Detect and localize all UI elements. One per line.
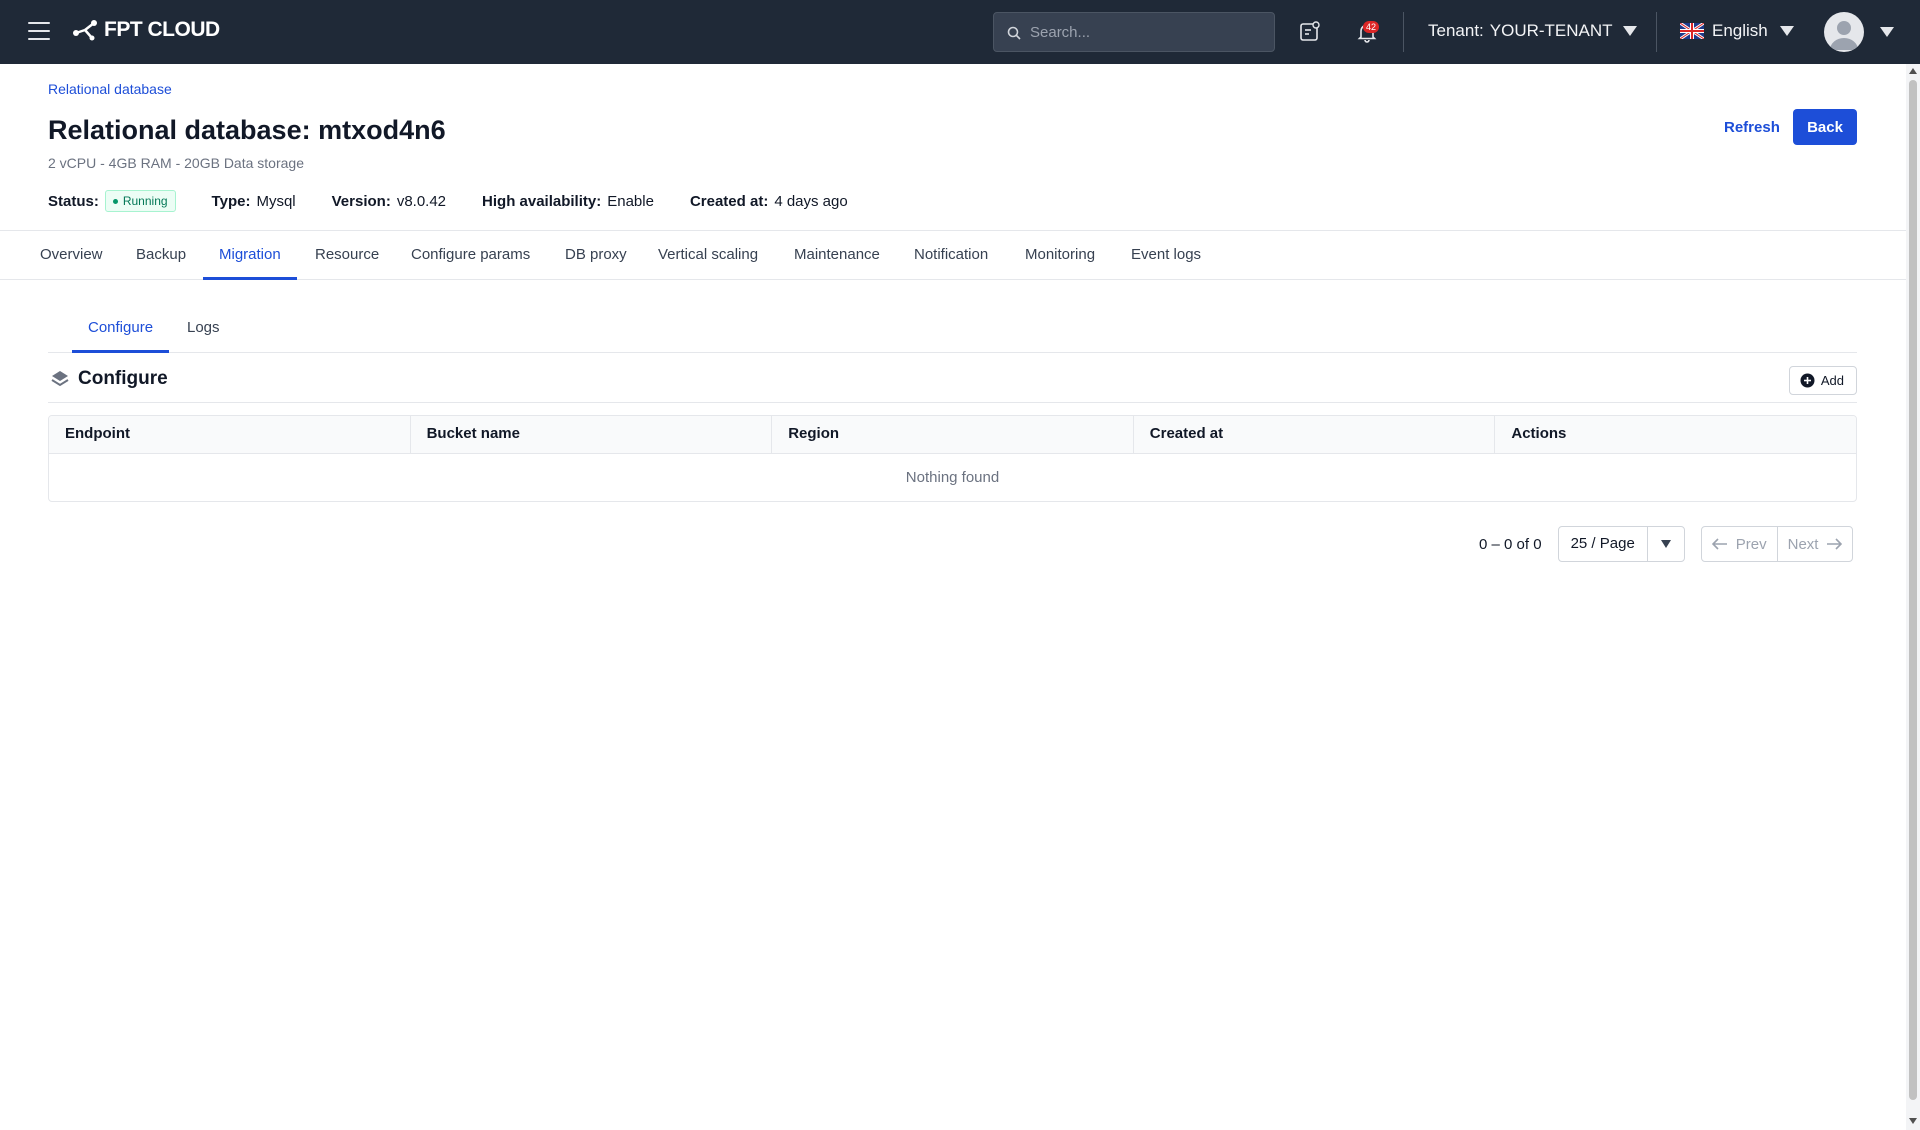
page-size-value: 25 / Page [1559,527,1648,561]
add-label: Add [1820,373,1844,388]
search-box[interactable] [993,12,1275,52]
next-label: Next [1787,535,1819,553]
tab-resource[interactable]: Resource [299,231,395,280]
top-navigation-bar: FPT CLOUD 42 Tenant: YOUR-TENANT [0,0,1920,64]
table-header: Endpoint Bucket name Region Created at A… [49,416,1856,454]
tab-notification[interactable]: Notification [898,231,1004,280]
scrollbar-thumb[interactable] [1909,80,1917,1100]
column-endpoint: Endpoint [49,416,411,453]
user-icon [1830,21,1858,50]
language-label: English [1712,21,1768,40]
caret-down-icon[interactable] [1880,27,1894,37]
tab-configure-params[interactable]: Configure params [395,231,546,280]
next-button[interactable]: Next [1776,527,1853,561]
tab-maintenance[interactable]: Maintenance [778,231,896,280]
high-availability-label: High availability: [482,192,602,210]
high-availability-value: Enable [607,192,654,210]
back-button[interactable]: Back [1793,109,1857,145]
prev-label: Prev [1735,535,1767,553]
main-tabs: Overview Backup Migration Resource Confi… [0,230,1906,280]
divider [1656,12,1657,52]
configure-section-header: Configure Add [48,363,1857,403]
subtab-logs[interactable]: Logs [171,310,236,353]
status-badge: Running [104,190,176,212]
pagination: 0 – 0 of 0 25 / Page Prev Next [1479,526,1854,562]
tenant-value: YOUR-TENANT [1489,21,1613,40]
tab-vertical-scaling[interactable]: Vertical scaling [642,231,774,280]
add-button[interactable]: Add [1788,366,1857,395]
divider [1403,12,1404,52]
column-region: Region [772,416,1134,453]
logo-text: FPT CLOUD [104,18,220,41]
created-at-label: Created at: [689,192,769,210]
caret-down-icon [1660,540,1671,548]
support-ticket-icon[interactable] [1298,20,1322,44]
arrow-right-icon [1827,538,1843,550]
tab-backup[interactable]: Backup [120,231,202,280]
version-label: Version: [331,192,391,210]
tenant-label: Tenant: [1428,21,1484,40]
status-label: Status: [48,192,99,210]
type-value: Mysql [256,192,296,210]
page-scrollbar[interactable] [1906,64,1920,1130]
menu-icon[interactable] [28,22,50,42]
status-value: Running [122,194,168,208]
section-title: Configure [78,368,168,389]
pagination-range: 0 – 0 of 0 [1479,535,1542,553]
tab-overview[interactable]: Overview [24,231,119,280]
search-input[interactable] [1030,23,1260,41]
database-meta: Status: Running Type: Mysql Version: v8.… [48,190,884,212]
search-icon [1007,26,1021,40]
instance-spec: 2 vCPU - 4GB RAM - 20GB Data storage [48,155,304,171]
tab-event-logs[interactable]: Event logs [1115,231,1217,280]
empty-state: Nothing found [905,469,1000,486]
notification-count-badge: 42 [1363,21,1380,33]
uk-flag-icon [1680,23,1704,39]
type-label: Type: [211,192,251,210]
column-created-at: Created at [1134,416,1496,453]
logo-icon [73,20,97,41]
version-value: v8.0.42 [396,192,447,210]
column-actions: Actions [1511,425,1567,442]
prev-button[interactable]: Prev [1702,527,1777,561]
tenant-selector[interactable]: Tenant: YOUR-TENANT [1428,21,1637,41]
tab-monitoring[interactable]: Monitoring [1009,231,1111,280]
page-title: Relational database: mtxod4n6 [48,115,446,145]
plus-circle-icon [1800,373,1815,388]
dropdown-toggle[interactable] [1648,527,1684,561]
arrow-left-icon [1711,538,1727,550]
caret-down-icon [1622,26,1637,36]
created-at-value: 4 days ago [774,192,848,210]
breadcrumb[interactable]: Relational database [48,81,172,97]
scroll-up-icon[interactable] [1909,68,1917,74]
scroll-down-icon[interactable] [1909,1118,1917,1124]
caret-down-icon [1779,26,1794,36]
subtab-configure[interactable]: Configure [72,310,170,353]
tab-db-proxy[interactable]: DB proxy [549,231,643,280]
refresh-button[interactable]: Refresh [1716,109,1788,145]
layers-icon [51,371,69,387]
column-bucket-name: Bucket name [411,416,773,453]
page-navigation: Prev Next [1700,526,1854,562]
migration-config-table: Endpoint Bucket name Region Created at A… [48,415,1857,502]
tab-migration[interactable]: Migration [203,231,297,280]
page-size-select[interactable]: 25 / Page [1557,526,1685,562]
status-dot-icon [112,198,118,204]
fpt-cloud-logo[interactable]: FPT CLOUD [72,18,220,42]
user-avatar[interactable] [1824,12,1864,52]
migration-subtabs: Configure Logs [48,310,1857,353]
language-selector[interactable]: English [1680,21,1794,41]
